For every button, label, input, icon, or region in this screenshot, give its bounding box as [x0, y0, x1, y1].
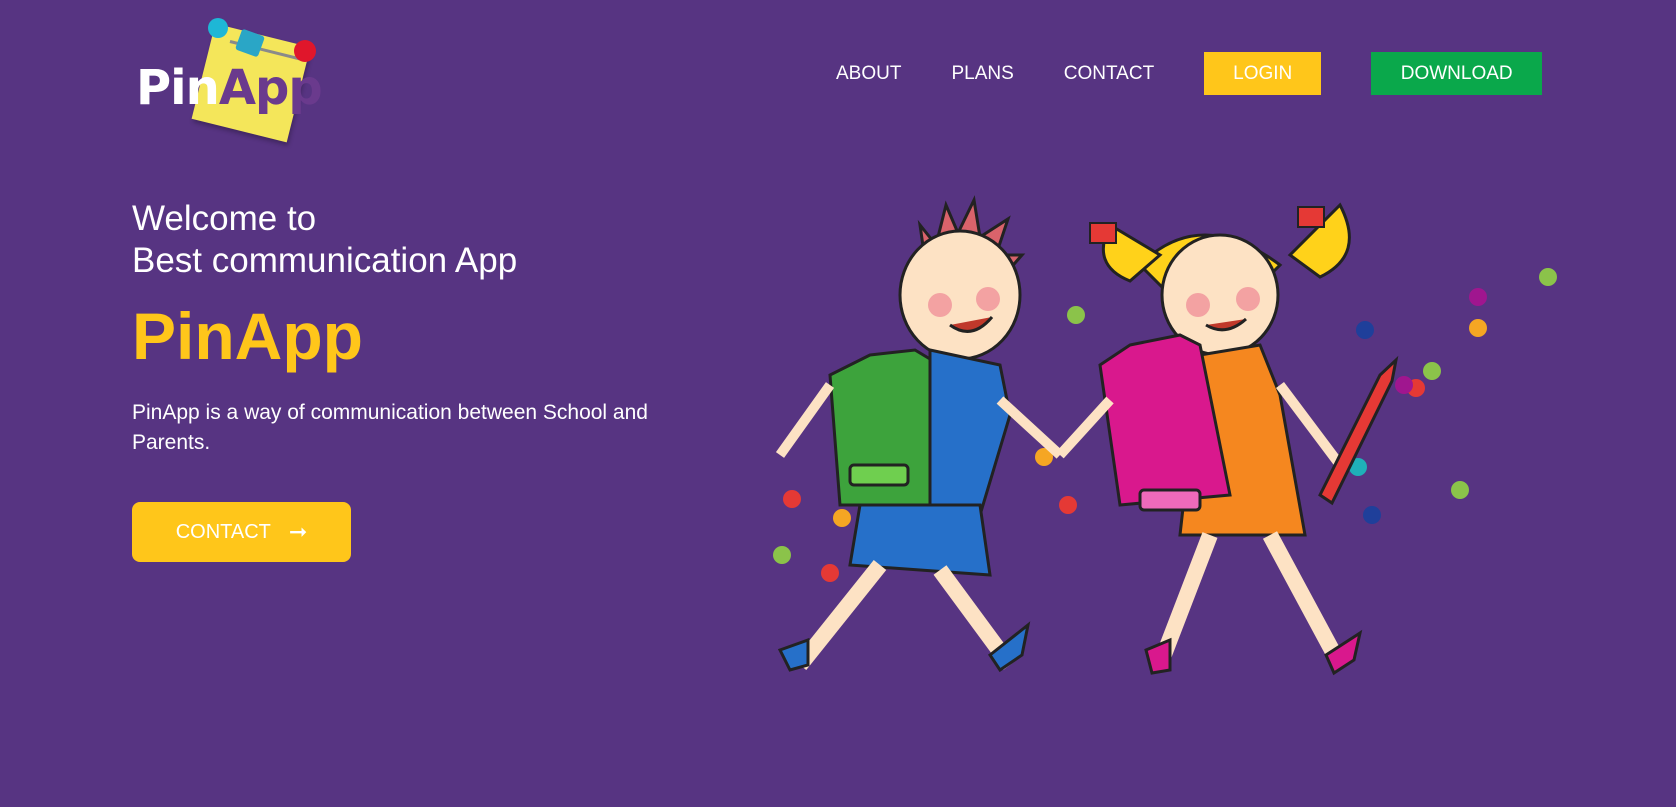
logo-word-pin: Pin	[136, 60, 220, 116]
hero-section: Welcome to Best communication App PinApp…	[132, 198, 732, 562]
download-button[interactable]: DOWNLOAD	[1371, 52, 1543, 95]
boy-figure	[775, 195, 1064, 673]
welcome-line-1: Welcome to	[132, 199, 317, 238]
top-nav: ABOUT PLANS CONTACT LOGIN DOWNLOAD	[836, 52, 1543, 95]
login-button[interactable]: LOGIN	[1204, 52, 1322, 95]
logo-word-app: App	[218, 60, 323, 116]
pushpin-icon	[294, 40, 316, 62]
welcome-line-2: Best communication App	[132, 241, 518, 280]
girl-figure	[1056, 202, 1399, 676]
pushpin-icon	[208, 18, 228, 38]
nav-contact-link[interactable]: CONTACT	[1064, 63, 1154, 85]
kids-illustration	[773, 195, 1557, 676]
logo-wordmark: PinApp	[136, 60, 323, 116]
hero-description: PinApp is a way of communication between…	[132, 401, 648, 454]
brand-title: PinApp	[132, 299, 363, 373]
arrow-right-icon: ➞	[288, 519, 308, 544]
nav-plans-link[interactable]: PLANS	[951, 63, 1013, 85]
pinapp-logo[interactable]: PinApp	[130, 14, 330, 144]
welcome-heading: Welcome to Best communication App	[132, 198, 732, 282]
hero-contact-label: CONTACT	[175, 520, 271, 543]
hero-contact-button[interactable]: CONTACT ➞	[132, 502, 351, 562]
nav-about-link[interactable]: ABOUT	[836, 63, 901, 85]
